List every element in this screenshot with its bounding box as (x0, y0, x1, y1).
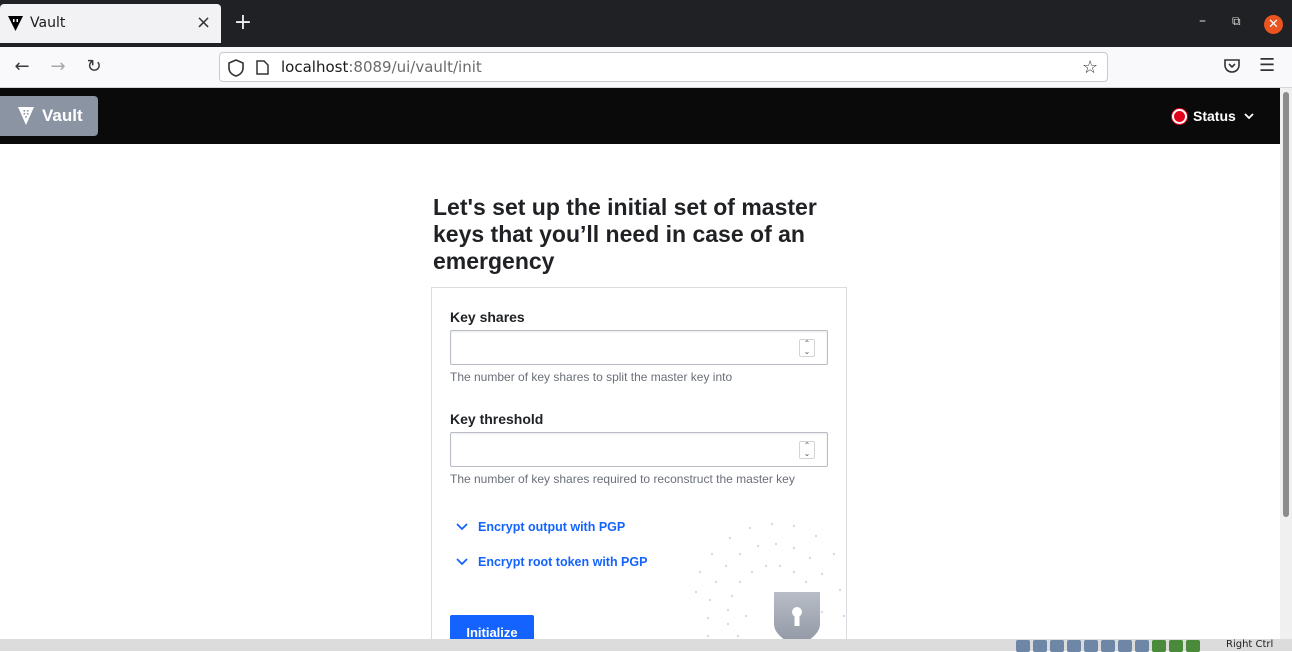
init-form-card: Key shares ⌃⌄ The number of key shares t… (431, 287, 847, 647)
tray-disk-icon[interactable] (1016, 640, 1030, 652)
key-threshold-input[interactable]: ⌃⌄ (450, 432, 828, 467)
chevron-down-icon (1244, 111, 1254, 121)
back-arrow-icon[interactable]: ← (12, 57, 32, 77)
toggle-encrypt-output-pgp[interactable]: Encrypt output with PGP (456, 520, 625, 534)
vault-header: Vault Status (0, 88, 1280, 144)
tray-optical-icon[interactable] (1033, 640, 1047, 652)
tray-audio-icon[interactable] (1050, 640, 1064, 652)
pocket-icon[interactable] (1223, 57, 1241, 75)
scrollbar-thumb[interactable] (1283, 92, 1289, 517)
bookmark-star-icon[interactable]: ☆ (1082, 57, 1098, 78)
tray-arrow-icon[interactable] (1169, 640, 1183, 652)
browser-tab-strip: Vault × + – ⧉ ✕ (0, 0, 1292, 47)
status-indicator-icon (1172, 109, 1187, 124)
tray-usb-icon[interactable] (1084, 640, 1098, 652)
tab-title: Vault (30, 15, 65, 31)
vault-favicon-icon (8, 16, 23, 31)
vault-logo-text: Vault (42, 106, 83, 126)
vault-logo-link[interactable]: Vault (0, 96, 98, 136)
forward-arrow-icon[interactable]: → (48, 57, 68, 77)
window-minimize-icon[interactable]: – (1199, 13, 1206, 29)
browser-tab[interactable]: Vault × (0, 4, 221, 43)
window-close-icon[interactable]: ✕ (1264, 15, 1283, 34)
chevron-down-icon (456, 523, 468, 531)
key-shares-label: Key shares (450, 309, 525, 325)
page-scrollbar[interactable] (1280, 88, 1292, 639)
chevron-down-icon (456, 558, 468, 566)
decorative-dots-pattern (694, 516, 847, 647)
key-shares-input[interactable]: ⌃⌄ (450, 330, 828, 365)
hamburger-menu-icon[interactable]: ☰ (1259, 55, 1275, 76)
key-threshold-label: Key threshold (450, 411, 543, 427)
shield-icon[interactable] (228, 59, 244, 77)
tray-keyboard-icon[interactable] (1186, 640, 1200, 652)
tab-close-icon[interactable]: × (196, 13, 211, 33)
tray-shared-folder-icon[interactable] (1101, 640, 1115, 652)
tray-network-icon[interactable] (1067, 640, 1081, 652)
tray-record-icon[interactable] (1135, 640, 1149, 652)
new-tab-button[interactable]: + (232, 12, 254, 34)
tray-display-icon[interactable] (1118, 640, 1132, 652)
address-bar[interactable]: localhost:8089/ui/vault/init ☆ (219, 52, 1108, 82)
key-threshold-stepper[interactable]: ⌃⌄ (799, 441, 815, 459)
key-shares-stepper[interactable]: ⌃⌄ (799, 339, 815, 357)
reload-icon[interactable]: ↻ (84, 57, 104, 77)
tray-icons (1016, 640, 1200, 652)
key-threshold-help: The number of key shares required to rec… (450, 472, 795, 486)
host-key-label: Right Ctrl (1226, 639, 1273, 650)
vault-logo-icon (18, 107, 34, 125)
window-maximize-icon[interactable]: ⧉ (1232, 14, 1246, 28)
page-icon[interactable] (256, 60, 269, 75)
vm-status-tray: Right Ctrl (0, 639, 1292, 651)
status-label: Status (1193, 108, 1236, 124)
page-title: Let's set up the initial set of master k… (433, 194, 863, 275)
tray-cpu-icon[interactable] (1152, 640, 1166, 652)
toggle-encrypt-output-label: Encrypt output with PGP (478, 520, 625, 534)
shield-lock-icon (772, 590, 822, 646)
url-text[interactable]: localhost:8089/ui/vault/init (281, 58, 482, 76)
toggle-encrypt-root-pgp[interactable]: Encrypt root token with PGP (456, 555, 647, 569)
status-menu[interactable]: Status (1172, 108, 1254, 124)
toggle-encrypt-root-label: Encrypt root token with PGP (478, 555, 647, 569)
key-shares-help: The number of key shares to split the ma… (450, 370, 732, 384)
browser-toolbar: ← → ↻ localhost:8089/ui/vault/init ☆ ☰ (0, 47, 1292, 88)
